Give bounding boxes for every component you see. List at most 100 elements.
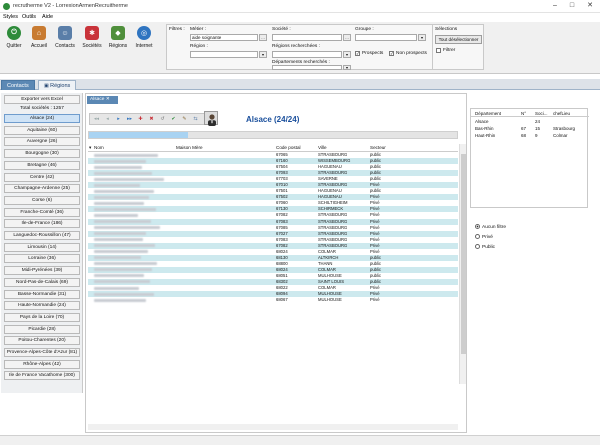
nav-button[interactable]: ⇆ — [192, 116, 199, 123]
nav-button[interactable]: ✔ — [170, 116, 177, 123]
region-button[interactable]: Nord-Pas-de-Calais (69) — [4, 277, 80, 287]
col-header-code-postal[interactable]: Code postal — [276, 145, 301, 150]
sector-filter: Aucun filtre Privé Public — [470, 222, 588, 262]
redacted-name — [94, 195, 149, 199]
menu-outils[interactable]: Outils — [22, 14, 36, 20]
region-button[interactable]: Centre (42) — [4, 172, 80, 182]
departements-select[interactable] — [272, 65, 342, 70]
region-button[interactable]: Haute-Normandie (24) — [4, 301, 80, 311]
radio-prive[interactable]: Privé — [475, 234, 493, 240]
home-button[interactable]: ⌂ Accueil — [27, 26, 51, 49]
table-row[interactable]: 68067 MULHOUSE Privé — [88, 297, 458, 303]
redacted-name — [94, 232, 146, 236]
prospects-checkbox[interactable]: ✓ — [355, 51, 360, 56]
region-button[interactable]: Lorraine (36) — [4, 254, 80, 264]
regions-recherchees-select[interactable] — [272, 51, 342, 58]
departements-dropdown[interactable]: ▾ — [343, 65, 351, 70]
regions-recherchees-label: Régions recherchées : — [272, 44, 320, 49]
window-title: recrutherme V2 - LorrexionArmenRecruithe… — [13, 3, 128, 9]
department-cell: 67 — [521, 126, 527, 131]
non-prospects-checkbox[interactable]: ✓ — [389, 51, 394, 56]
filtrer-checkbox[interactable] — [436, 48, 441, 53]
region-button[interactable]: Ile-de-France (186) — [4, 219, 80, 229]
col-header-maison-mere[interactable]: Maison Mère — [176, 145, 203, 150]
col-header-nom[interactable]: Nom — [94, 145, 104, 150]
power-icon: ⏻ — [7, 26, 21, 40]
nav-button[interactable]: ✎ — [181, 116, 188, 123]
department-cell: 24 — [535, 119, 541, 124]
groupe-dropdown-button[interactable]: ▾ — [418, 34, 426, 41]
regions-recherchees-dropdown[interactable]: ▾ — [343, 51, 351, 58]
radio-aucun-filtre[interactable]: Aucun filtre — [475, 224, 506, 230]
region-select[interactable] — [190, 51, 258, 58]
tab-regions[interactable]: ▣ Régions — [38, 80, 77, 90]
regions-button[interactable]: ◆ Régions — [106, 26, 130, 49]
region-button[interactable]: Bretagne (46) — [4, 160, 80, 170]
region-button[interactable]: Languedoc-Roussillon (47) — [4, 231, 80, 240]
export-excel-button[interactable]: Exporter vers Excel — [4, 95, 80, 104]
region-button[interactable]: Ile de France Vacathome (300) — [4, 371, 80, 381]
close-button[interactable]: ✕ — [583, 1, 597, 11]
region-button[interactable]: Bourgogne (30) — [4, 149, 80, 159]
region-button[interactable]: Rhône-Alpes (42) — [4, 359, 80, 369]
selections-title: Sélections — [435, 27, 458, 32]
close-subtab-icon[interactable]: ✕ — [106, 97, 110, 102]
radio-public-dot — [475, 244, 480, 249]
groupe-select[interactable] — [355, 34, 417, 41]
region-button[interactable]: Provence-Alpes-Côte d'Azur (81) — [4, 348, 80, 357]
redacted-name — [94, 256, 141, 260]
maximize-button[interactable]: □ — [565, 1, 579, 11]
filtrer-label: Filtrer — [443, 48, 456, 53]
nav-button[interactable]: ▸ — [115, 116, 122, 123]
region-button[interactable]: Picardie (28) — [4, 324, 80, 334]
region-button[interactable]: Aquitaine (60) — [4, 125, 80, 135]
region-button[interactable]: Poitou-Charentes (20) — [4, 336, 80, 346]
region-dropdown-button[interactable]: ▾ — [259, 51, 267, 58]
radio-aucun-filtre-label: Aucun filtre — [482, 224, 506, 230]
col-header-secteur[interactable]: Secteur — [370, 145, 386, 150]
nav-button[interactable]: ▸▸ — [126, 116, 133, 123]
nav-button[interactable]: ◂ — [104, 116, 111, 123]
metier-input[interactable]: aide soignante — [190, 34, 258, 41]
subtab-alsace[interactable]: Alsace ✕ — [87, 96, 118, 104]
nav-button[interactable]: ◂◂ — [93, 116, 100, 123]
total-societes: Total sociétés : 1257 — [20, 106, 64, 111]
col-societes: Soci... — [535, 111, 548, 116]
redacted-name — [94, 244, 155, 248]
region-button[interactable]: Auvergne (26) — [4, 137, 80, 147]
region-button[interactable]: Basse-Normandie (31) — [4, 289, 80, 299]
internet-button[interactable]: ◎ Internet — [132, 26, 156, 49]
region-button[interactable]: Midi-Pyrénées (39) — [4, 266, 80, 276]
nav-button[interactable]: ✚ — [137, 116, 144, 123]
table-horizontal-scrollbar[interactable] — [88, 424, 458, 430]
societe-input[interactable] — [272, 34, 342, 41]
contacts-button[interactable]: ☺ Contacts — [53, 26, 77, 49]
department-cell: 68 — [521, 133, 527, 138]
tab-contacts[interactable]: Contacts — [1, 80, 35, 90]
metier-label: Métier : — [190, 27, 206, 32]
region-button[interactable]: Champagne-Ardenne (25) — [4, 184, 80, 194]
scroll-thumb[interactable] — [461, 154, 466, 354]
companies-button[interactable]: ✱ Sociétés — [80, 26, 104, 49]
department-cell: Haut-Rhin — [475, 133, 496, 138]
metier-dots-button[interactable]: … — [259, 34, 267, 41]
region-button[interactable]: Alsace (24) — [4, 114, 80, 123]
nav-button[interactable]: ↺ — [159, 116, 166, 123]
radio-public[interactable]: Public — [475, 244, 495, 250]
region-button[interactable]: Corse (6) — [4, 195, 80, 205]
table-vertical-scrollbar[interactable] — [459, 144, 466, 384]
col-header-ville[interactable]: Ville — [318, 145, 327, 150]
redacted-name — [94, 292, 154, 296]
menu-styles[interactable]: Styles — [3, 14, 18, 20]
nav-button[interactable]: ✖ — [148, 116, 155, 123]
contacts-icon: ☺ — [58, 26, 72, 40]
region-button[interactable]: Pays de la Loire (70) — [4, 312, 80, 322]
societe-dots-button[interactable]: … — [343, 34, 351, 41]
menu-aide[interactable]: Aide — [42, 14, 53, 20]
record-nav-bar: ◂◂ ◂ ▸ ▸▸ ✚ ✖ ↺ ✔ ✎ ⇆ — [89, 113, 209, 125]
deselect-all-button[interactable]: Tout désélectionner — [435, 35, 482, 44]
quit-button[interactable]: ⏻ Quitter — [2, 26, 26, 49]
minimize-button[interactable]: – — [548, 1, 562, 11]
region-button[interactable]: Limousin (14) — [4, 242, 80, 252]
region-button[interactable]: Franche-Comté (36) — [4, 207, 80, 217]
